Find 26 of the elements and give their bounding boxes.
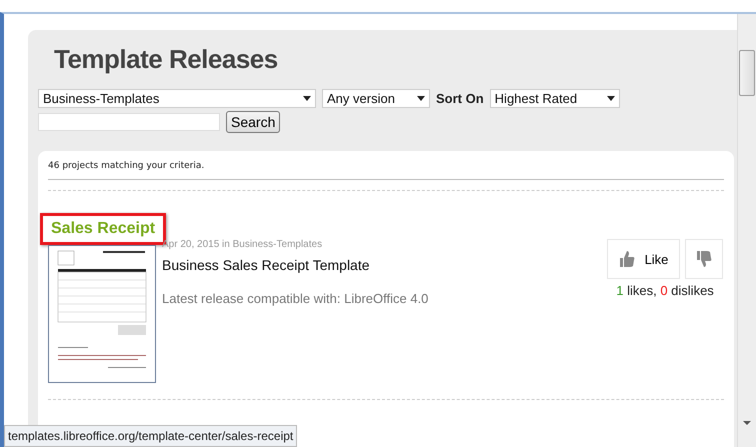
thumbs-down-icon [696,250,712,268]
page-title: Template Releases [54,44,279,75]
scroll-down-icon[interactable] [743,421,751,425]
caret-icon [303,96,311,101]
dislikes-label: dislikes [671,283,714,298]
likes-label: likes, [627,283,657,298]
results-count: 46 projects matching your criteria. [48,161,206,173]
sort-label: Sort On [436,91,484,106]
sort-dropdown[interactable]: Highest Rated [490,89,620,108]
scroll-thumb[interactable] [739,50,755,96]
search-button[interactable]: Search [226,111,280,133]
dislikes-count: 0 [660,283,668,298]
status-url: templates.libreoffice.org/template-center/sales-receipt [8,429,294,443]
template-name: Business Sales Receipt Template [162,257,371,273]
likes-count: 1 [616,283,624,298]
search-field[interactable] [38,113,220,131]
vertical-scrollbar[interactable] [737,14,756,447]
like-button[interactable]: Like [607,239,680,279]
category-dropdown[interactable]: Business-Templates [38,89,316,108]
dislike-button[interactable] [685,239,723,279]
version-dropdown[interactable]: Any version [322,89,430,108]
caret-icon [417,96,425,101]
document-thumbnail[interactable] [48,245,156,383]
thumbs-up-icon [618,250,635,268]
compatibility-text: Latest release compatible with: LibreOffice 4.0 [162,291,430,306]
caret-icon [606,96,615,101]
